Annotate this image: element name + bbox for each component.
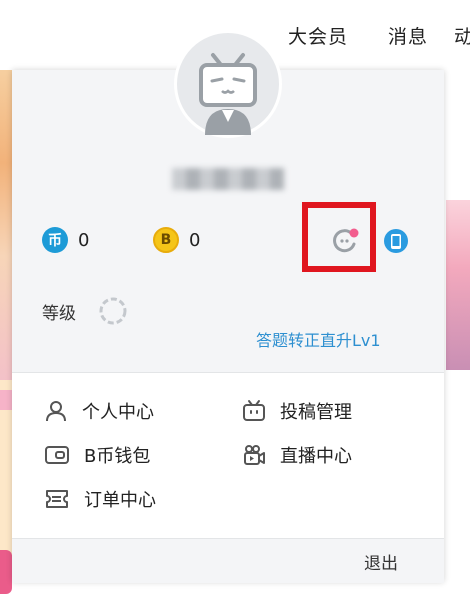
bcoin-count: 0 [189,229,201,251]
background-page-left [0,70,12,594]
level-ring-icon [98,296,128,330]
dynamic-link[interactable]: 动 [454,22,470,49]
user-dropdown-panel: ●●●●●●● 币 0 B 0 等级 [12,30,444,583]
avatar[interactable] [174,30,282,138]
background-tag [0,390,12,410]
coin-balance[interactable]: 币 0 [42,227,89,253]
menu-label: 订单中心 [84,490,156,511]
phone-icon[interactable] [383,228,409,258]
background-card-art [446,200,470,370]
coin-icon: 币 [42,227,68,253]
menu-label: B币钱包 [84,446,151,467]
user-icon [46,401,66,422]
menu-bcoin-wallet[interactable]: B币钱包 [44,442,150,468]
vip-link[interactable]: 大会员 [288,22,348,49]
menu-live-center[interactable]: 直播中心 [242,442,352,468]
messages-link[interactable]: 消息 [388,22,428,49]
menu-label: 个人中心 [82,402,154,423]
ticket-icon [46,490,68,508]
section-divider [12,372,444,373]
menu-order-center[interactable]: 订单中心 [44,486,156,512]
tv-mascot-avatar-icon [199,53,257,135]
upgrade-quiz-link[interactable]: 答题转正直升Lv1 [256,327,381,351]
checkin-icon[interactable] [332,227,360,257]
tv-icon [243,400,265,421]
menu-label: 投稿管理 [280,402,352,423]
profile-section: ●●●●●●● 币 0 B 0 等级 [12,30,444,372]
background-banner-art [0,70,12,380]
menu-label: 直播中心 [280,446,352,467]
username-blurred: ●●●●●●● [172,168,284,190]
bcoin-icon: B [153,227,179,253]
level-label: 等级 [42,304,76,324]
logout-button[interactable]: 退出 [364,549,398,574]
background-page-right [444,70,470,582]
bcoin-balance[interactable]: B 0 [153,227,200,253]
panel-footer: 退出 [12,538,444,583]
camera-icon [244,445,265,465]
wallet-icon [45,446,69,464]
menu-upload-manage[interactable]: 投稿管理 [242,398,352,424]
background-side-tab[interactable] [0,550,12,594]
menu-personal-center[interactable]: 个人中心 [44,398,154,424]
coin-count: 0 [78,229,90,251]
